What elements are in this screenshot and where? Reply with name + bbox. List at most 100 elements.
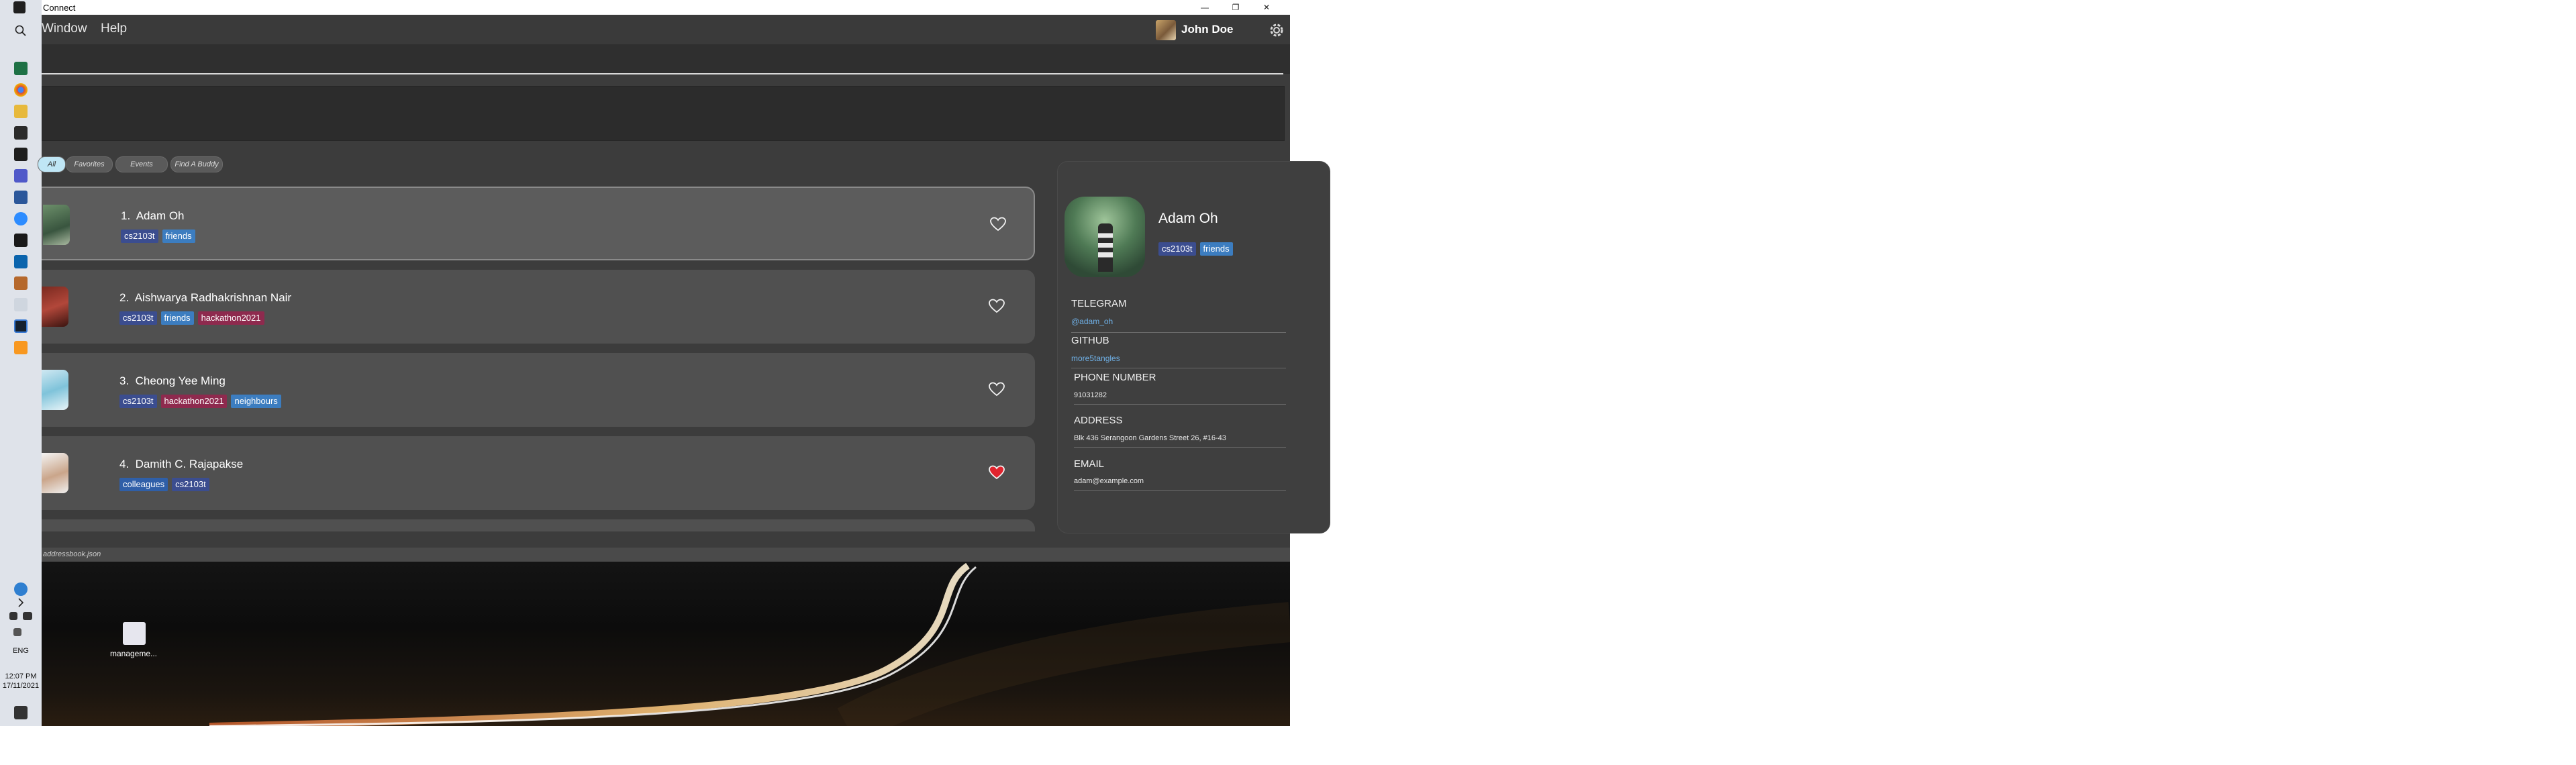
person-photo [42, 370, 68, 410]
github-label: GITHUB [1071, 335, 1109, 346]
tag: friends [1199, 242, 1233, 256]
person-tags: cs2103t friends [121, 230, 199, 244]
divider [1074, 404, 1286, 405]
folder-icon[interactable] [14, 105, 28, 118]
phone-label: PHONE NUMBER [1074, 372, 1156, 383]
status-bar: addressbook.json [42, 548, 1290, 562]
menu-window[interactable]: Window [42, 21, 87, 36]
person-card[interactable]: 3. Cheong Yee Ming cs2103t hackathon2021 n… [42, 353, 1035, 427]
tag: cs2103t [119, 311, 157, 325]
email-value: adam@example.com [1074, 477, 1144, 485]
command-input-underline [42, 73, 1283, 74]
app-window: Connect — ❐ ✕ Window Help John Doe All F… [38, 0, 1330, 562]
minimize-icon[interactable]: — [1189, 0, 1220, 15]
clock-date[interactable]: 17/11/2021 [0, 682, 42, 690]
help-icon[interactable] [14, 582, 28, 596]
tab-all[interactable]: All [38, 156, 66, 172]
desktop-wallpaper: manageme... [42, 562, 1290, 726]
user-profile[interactable]: John Doe [1156, 19, 1265, 40]
windows-start-icon[interactable] [13, 1, 26, 13]
network-icon[interactable] [9, 612, 17, 620]
maximize-icon[interactable]: ❐ [1220, 0, 1251, 15]
window-title: Connect [43, 3, 76, 13]
intellij-icon[interactable] [14, 148, 28, 161]
close-icon[interactable]: ✕ [1251, 0, 1282, 15]
user-avatar[interactable] [1156, 20, 1176, 40]
save-location: addressbook.json [43, 550, 101, 558]
telegram-label: TELEGRAM [1071, 298, 1127, 309]
title-bar: Connect — ❐ ✕ [42, 0, 1290, 15]
battery-icon[interactable] [13, 628, 21, 636]
tag: cs2103t [121, 230, 158, 243]
tag: neighbours [231, 395, 281, 408]
chevron-right-icon[interactable] [14, 596, 28, 609]
notification-icon[interactable] [14, 706, 28, 719]
tab-find-a-buddy[interactable]: Find A Buddy [170, 156, 223, 172]
favorite-heart-icon[interactable] [989, 216, 1007, 232]
volume-icon[interactable] [23, 612, 32, 620]
tag: cs2103t [119, 395, 157, 408]
person-card[interactable]: 4. Damith C. Rajapakse colleagues cs2103t [42, 436, 1035, 510]
tag: hackathon2021 [197, 311, 264, 325]
archive-icon[interactable] [14, 276, 28, 290]
tag: cs2103t [172, 478, 209, 491]
excel-icon[interactable] [14, 62, 28, 75]
person-photo [42, 453, 68, 493]
app-window-icon[interactable] [14, 319, 28, 333]
person-list[interactable]: 1. Adam Oh cs2103t friends 2. Aishwarya R… [42, 183, 1036, 531]
clock-time[interactable]: 12:07 PM [0, 672, 42, 680]
person-tags: colleagues cs2103t [119, 478, 213, 493]
word-icon[interactable] [14, 191, 28, 204]
person-tags: cs2103t friends hackathon2021 [119, 311, 268, 326]
chrome-icon[interactable] [14, 83, 28, 97]
outlook-icon[interactable] [14, 255, 28, 268]
photos-icon[interactable] [14, 126, 28, 140]
java-icon[interactable] [14, 341, 28, 354]
person-name: 1. Adam Oh [121, 209, 185, 222]
person-tags: cs2103t hackathon2021 neighbours [119, 395, 285, 409]
person-photo [42, 287, 68, 327]
person-photo [43, 205, 70, 245]
person-card[interactable]: 2. Aishwarya Radhakrishnan Nair cs2103t f… [42, 270, 1035, 344]
detail-name: Adam Oh [1158, 211, 1218, 226]
phone-value: 91031282 [1074, 391, 1107, 399]
favorite-heart-icon[interactable] [988, 298, 1005, 314]
language-indicator[interactable]: ENG [0, 647, 42, 655]
menu-help[interactable]: Help [101, 21, 127, 36]
address-label: ADDRESS [1074, 415, 1123, 426]
tab-favorites[interactable]: Favorites [66, 156, 113, 172]
tag: friends [162, 230, 195, 243]
notepad-icon[interactable] [14, 298, 28, 311]
zoom-icon[interactable] [14, 212, 28, 225]
favorite-heart-filled-icon[interactable] [988, 464, 1005, 480]
person-detail-panel: Adam Oh cs2103t friends TELEGRAM @adam_oh… [1057, 161, 1330, 533]
result-display [42, 86, 1285, 141]
command-box[interactable] [42, 44, 1290, 74]
person-name: 4. Damith C. Rajapakse [119, 458, 244, 470]
menu-bar: Window Help John Doe [42, 15, 1290, 45]
detail-photo [1064, 197, 1145, 277]
address-value: Blk 436 Serangoon Gardens Street 26, #16… [1074, 434, 1226, 442]
windows-taskbar: ENG 12:07 PM 17/11/2021 [0, 0, 42, 726]
tab-events[interactable]: Events [115, 156, 168, 172]
tag: colleagues [119, 478, 168, 491]
person-card[interactable] [42, 519, 1035, 531]
tag: hackathon2021 [160, 395, 228, 408]
divider [1074, 447, 1286, 448]
tag: friends [160, 311, 194, 325]
search-icon[interactable] [14, 24, 28, 38]
settings-gear-icon[interactable] [1267, 21, 1286, 40]
user-name[interactable]: John Doe [1181, 23, 1233, 36]
divider [1071, 332, 1286, 333]
desktop-shortcut-label[interactable]: manageme... [103, 649, 164, 658]
email-label: EMAIL [1074, 458, 1105, 470]
app-shortcut-icon[interactable] [123, 622, 146, 645]
telegram-link[interactable]: @adam_oh [1071, 317, 1113, 326]
teams-icon[interactable] [14, 169, 28, 183]
favorite-heart-icon[interactable] [988, 381, 1005, 397]
tag: cs2103t [1158, 242, 1196, 256]
person-name: 2. Aishwarya Radhakrishnan Nair [119, 291, 292, 304]
terminal-icon[interactable] [14, 234, 28, 247]
github-link[interactable]: more5tangles [1071, 354, 1120, 363]
person-card[interactable]: 1. Adam Oh cs2103t friends [42, 187, 1035, 260]
